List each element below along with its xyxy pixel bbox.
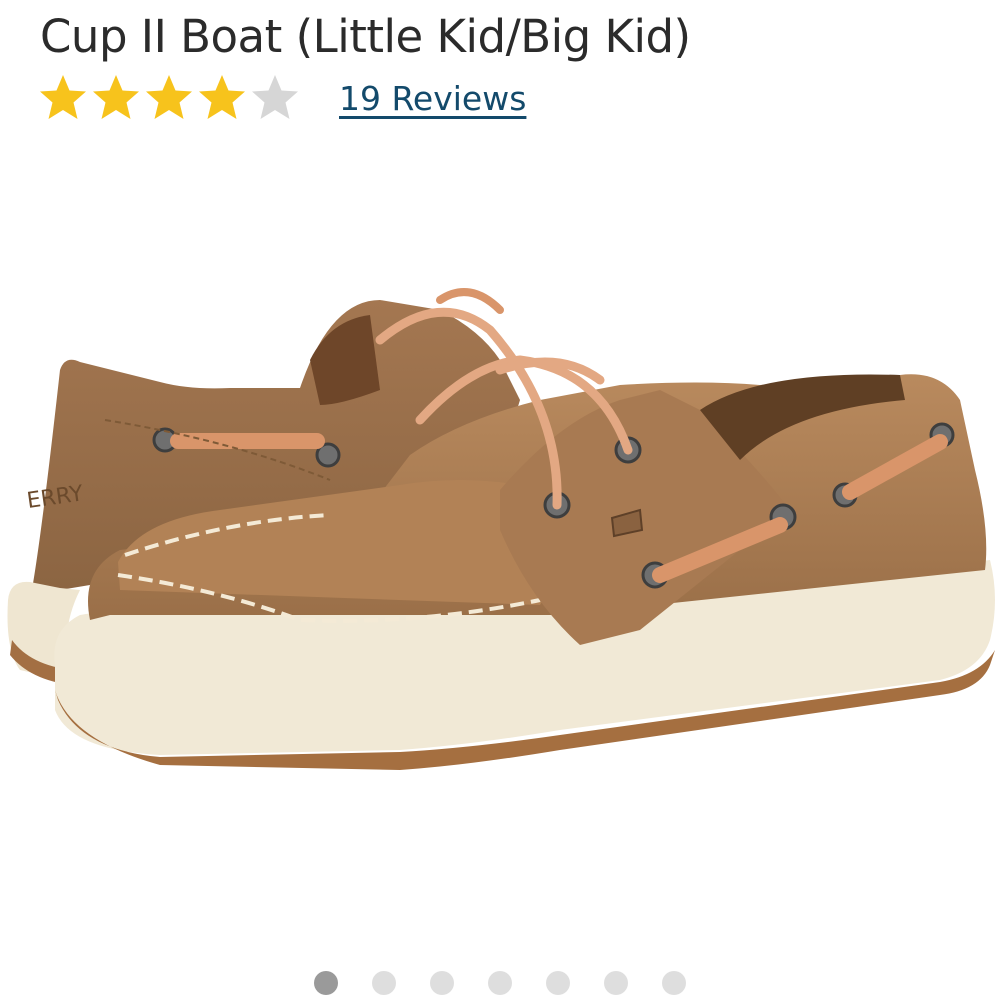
- star-icon: [40, 75, 86, 119]
- carousel-dot[interactable]: [372, 971, 396, 995]
- rating-row: 19 Reviews: [38, 73, 526, 123]
- star-icon: [252, 75, 298, 119]
- carousel-dot[interactable]: [314, 971, 338, 995]
- star-rating: [38, 73, 303, 123]
- carousel-dot[interactable]: [430, 971, 454, 995]
- reviews-link[interactable]: 19 Reviews: [339, 79, 526, 118]
- carousel-dots: [0, 971, 1000, 995]
- carousel-dot[interactable]: [662, 971, 686, 995]
- carousel-dot[interactable]: [488, 971, 512, 995]
- carousel-dot[interactable]: [604, 971, 628, 995]
- star-icon: [93, 75, 139, 119]
- star-icon: [199, 75, 245, 119]
- front-shoe: [54, 288, 996, 770]
- carousel-dot[interactable]: [546, 971, 570, 995]
- star-icon: [146, 75, 192, 119]
- product-title: Cup II Boat (Little Kid/Big Kid): [40, 10, 691, 63]
- product-image[interactable]: ERRY: [0, 270, 1000, 830]
